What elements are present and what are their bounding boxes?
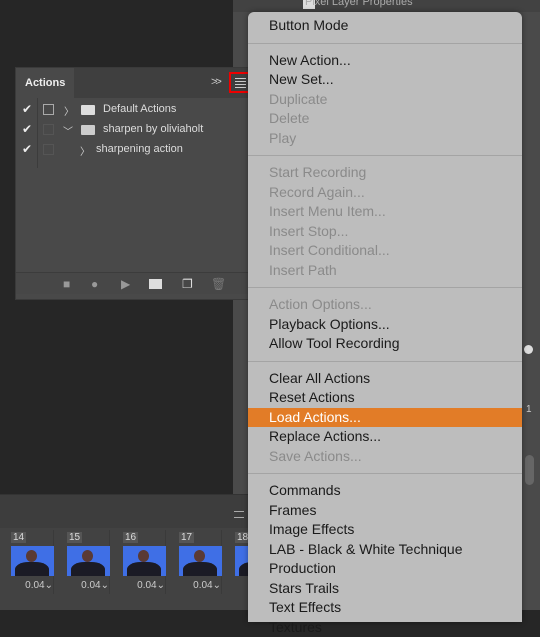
actions-toolbar: ■ ● ▶ ❐ 🗑 bbox=[16, 272, 250, 294]
checkmark-icon[interactable]: ✔ bbox=[22, 102, 32, 116]
stop-icon[interactable]: ■ bbox=[63, 277, 70, 291]
menu-separator bbox=[248, 361, 522, 362]
menu-item-insert-conditional: Insert Conditional... bbox=[248, 241, 522, 261]
open-folder-icon bbox=[81, 125, 95, 135]
menu-item-insert-stop: Insert Stop... bbox=[248, 222, 522, 242]
action-set-row[interactable]: ✔ 〉 Default Actions bbox=[16, 100, 238, 120]
menu-item-text-effects[interactable]: Text Effects bbox=[248, 598, 522, 618]
collapse-chevrons-icon[interactable]: >> bbox=[211, 76, 220, 88]
frame-number: 17 bbox=[179, 532, 194, 543]
menu-separator bbox=[248, 287, 522, 288]
frame-number: 15 bbox=[67, 532, 82, 543]
menu-item-action-options: Action Options... bbox=[248, 295, 522, 315]
scrollbar-thumb[interactable] bbox=[525, 455, 534, 485]
menu-item-play: Play bbox=[248, 129, 522, 149]
timeline-frame[interactable]: 15 0.04⌄ bbox=[56, 530, 110, 594]
menu-item-image-effects[interactable]: Image Effects bbox=[248, 520, 522, 540]
menu-item-stars-trails[interactable]: Stars Trails bbox=[248, 579, 522, 599]
dialog-toggle-icon[interactable] bbox=[43, 104, 54, 115]
folder-icon[interactable] bbox=[149, 279, 162, 289]
menu-item-lab-black-white-technique[interactable]: LAB - Black & White Technique bbox=[248, 540, 522, 560]
checkmark-icon[interactable]: ✔ bbox=[22, 142, 32, 156]
frame-delay-dropdown[interactable]: 0.04⌄ bbox=[137, 580, 165, 591]
frame-thumbnail bbox=[179, 546, 222, 576]
menu-item-delete: Delete bbox=[248, 109, 522, 129]
chevron-right-icon[interactable]: 〉 bbox=[80, 143, 90, 158]
menu-item-clear-all-actions[interactable]: Clear All Actions bbox=[248, 369, 522, 389]
actions-panel-menu: Button Mode New Action...New Set...Duplic… bbox=[248, 12, 522, 622]
play-icon[interactable]: ▶ bbox=[121, 277, 130, 291]
menu-item-allow-tool-recording[interactable]: Allow Tool Recording bbox=[248, 334, 522, 354]
properties-header: Pixel Layer Properties bbox=[233, 0, 540, 12]
menu-separator bbox=[248, 155, 522, 156]
menu-item-insert-menu-item: Insert Menu Item... bbox=[248, 202, 522, 222]
timeline-menu-icon[interactable] bbox=[234, 511, 244, 518]
frame-delay-dropdown[interactable]: 0.04⌄ bbox=[81, 580, 109, 591]
frame-thumbnail bbox=[123, 546, 166, 576]
menu-item-replace-actions[interactable]: Replace Actions... bbox=[248, 427, 522, 447]
menu-item-save-actions: Save Actions... bbox=[248, 447, 522, 467]
frame-thumbnail bbox=[67, 546, 110, 576]
frame-delay-dropdown[interactable]: 0.04⌄ bbox=[193, 580, 221, 591]
menu-item-production[interactable]: Production bbox=[248, 559, 522, 579]
menu-item-textures[interactable]: Textures bbox=[248, 618, 522, 637]
menu-item-load-actions[interactable]: Load Actions... bbox=[248, 408, 522, 428]
menu-item-record-again: Record Again... bbox=[248, 183, 522, 203]
menu-item-new-set[interactable]: New Set... bbox=[248, 70, 522, 90]
tab-actions[interactable]: Actions bbox=[16, 68, 74, 98]
menu-item-reset-actions[interactable]: Reset Actions bbox=[248, 388, 522, 408]
menu-item-commands[interactable]: Commands bbox=[248, 481, 522, 501]
frame-number: 16 bbox=[123, 532, 138, 543]
checkmark-icon[interactable]: ✔ bbox=[22, 122, 32, 136]
chevron-down-icon[interactable]: ﹀ bbox=[63, 123, 73, 138]
new-action-icon[interactable]: ❐ bbox=[182, 277, 193, 291]
frame-delay: 0.04 bbox=[81, 580, 100, 591]
menu-item-start-recording: Start Recording bbox=[248, 163, 522, 183]
folder-icon bbox=[81, 105, 95, 115]
row-label: sharpen by oliviaholt bbox=[103, 123, 203, 135]
timeline-frame[interactable]: 16 0.04⌄ bbox=[112, 530, 166, 594]
timeline-panel: 140.04⌄150.04⌄160.04⌄170.04⌄18 bbox=[0, 494, 248, 610]
menu-separator bbox=[248, 43, 522, 44]
menu-item-duplicate: Duplicate bbox=[248, 90, 522, 110]
frame-delay: 0.04 bbox=[137, 580, 156, 591]
frame-number: 14 bbox=[11, 532, 26, 543]
frame-delay: 0.04 bbox=[193, 580, 212, 591]
menu-item-new-action[interactable]: New Action... bbox=[248, 51, 522, 71]
action-set-row[interactable]: ✔ ﹀ sharpen by oliviaholt bbox=[16, 120, 238, 140]
action-row[interactable]: ✔ 〉 sharpening action bbox=[16, 140, 238, 160]
chevron-right-icon[interactable]: 〉 bbox=[64, 103, 74, 118]
actions-panel: Actions >> ✔ 〉 Default Actions ✔ ﹀ sharp… bbox=[15, 67, 251, 300]
dialog-toggle-icon[interactable] bbox=[43, 124, 54, 135]
toggle-knob[interactable] bbox=[524, 345, 533, 354]
record-icon[interactable]: ● bbox=[91, 277, 98, 291]
menu-separator bbox=[248, 473, 522, 474]
row-label: Default Actions bbox=[103, 103, 176, 115]
right-value: 1 bbox=[526, 404, 532, 415]
properties-title: Pixel Layer Properties bbox=[305, 0, 413, 8]
timeline-frame[interactable]: 14 0.04⌄ bbox=[0, 530, 54, 594]
timeline-frame[interactable]: 17 0.04⌄ bbox=[168, 530, 222, 594]
row-label: sharpening action bbox=[96, 143, 183, 155]
menu-item-playback-options[interactable]: Playback Options... bbox=[248, 315, 522, 335]
frame-thumbnail bbox=[11, 546, 54, 576]
dialog-toggle-icon[interactable] bbox=[43, 144, 54, 155]
frame-delay-dropdown[interactable]: 0.04⌄ bbox=[25, 580, 53, 591]
trash-icon[interactable]: 🗑 bbox=[211, 277, 226, 291]
frame-delay: 0.04 bbox=[25, 580, 44, 591]
menu-item-insert-path: Insert Path bbox=[248, 261, 522, 281]
menu-item-frames[interactable]: Frames bbox=[248, 501, 522, 521]
menu-item-button-mode[interactable]: Button Mode bbox=[248, 16, 522, 36]
